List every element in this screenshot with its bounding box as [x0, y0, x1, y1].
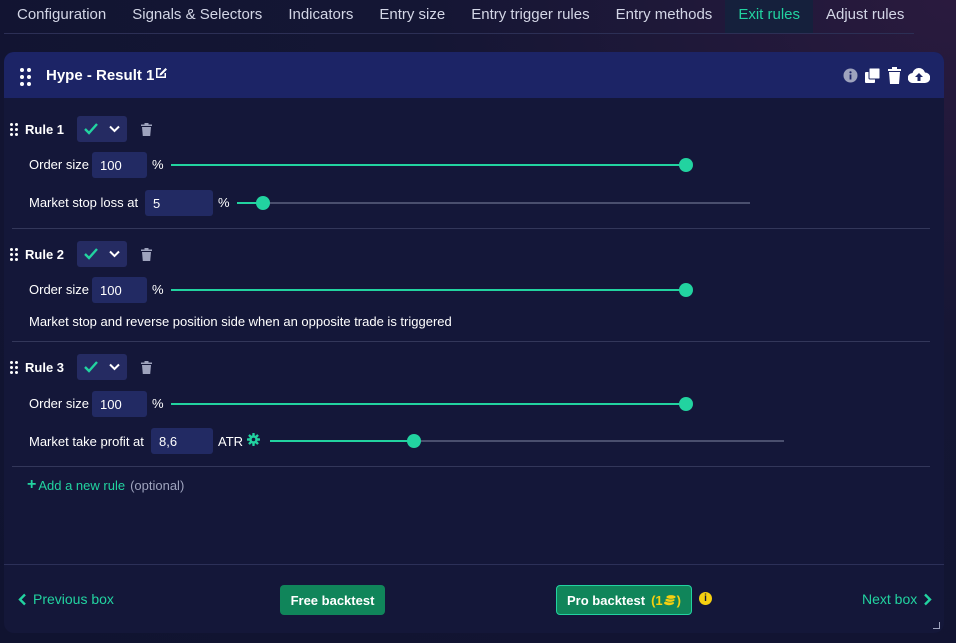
free-backtest-button[interactable]: Free backtest	[280, 585, 385, 615]
tab-configuration[interactable]: Configuration	[4, 0, 119, 33]
rule-trash-icon[interactable]	[141, 247, 152, 261]
exit-rules-panel: Hype - Result 1 Rule 1 Order size % Mark…	[4, 52, 944, 633]
tab-exit-rules[interactable]: Exit rules	[725, 0, 813, 34]
chevron-down-icon	[109, 250, 120, 258]
cloud-upload-icon[interactable]	[908, 67, 930, 84]
footer-divider	[4, 564, 944, 565]
slider-thumb[interactable]	[679, 397, 693, 411]
rule-toggle[interactable]	[77, 116, 127, 142]
next-box-label: Next box	[862, 591, 918, 607]
take-profit-input[interactable]	[151, 428, 213, 454]
rule-label: Rule 2	[25, 246, 65, 262]
tab-entry-trigger-rules[interactable]: Entry trigger rules	[458, 0, 602, 33]
percent-unit: %	[152, 157, 164, 172]
slider-fill	[171, 289, 686, 291]
chevron-right-icon	[924, 593, 932, 605]
optional-label: (optional)	[130, 477, 185, 493]
coins-icon	[663, 594, 676, 606]
slider-fill	[171, 403, 686, 405]
rule-drag-handle-icon[interactable]	[10, 360, 18, 374]
rule-trash-icon[interactable]	[141, 360, 152, 374]
previous-box-label: Previous box	[33, 591, 114, 607]
stop-loss-input[interactable]	[145, 190, 213, 216]
panel-header: Hype - Result 1	[4, 52, 944, 98]
add-rule-label: Add a new rule	[38, 477, 126, 493]
slider-thumb[interactable]	[255, 196, 270, 210]
order-size-input[interactable]	[92, 391, 147, 417]
header-actions	[843, 67, 930, 84]
rule-3-header: Rule 3	[10, 354, 152, 380]
pro-cost-badge: (1)	[651, 592, 681, 608]
percent-unit: %	[218, 195, 230, 210]
tab-entry-size[interactable]: Entry size	[366, 0, 458, 33]
take-profit-slider[interactable]	[270, 434, 784, 448]
trash-icon[interactable]	[887, 67, 902, 84]
previous-box-link[interactable]: Previous box	[18, 591, 114, 607]
order-size-input[interactable]	[92, 277, 147, 303]
rule-toggle[interactable]	[77, 241, 127, 267]
copy-icon[interactable]	[864, 67, 881, 84]
tab-bar: Configuration Signals & Selectors Indica…	[4, 0, 917, 34]
slider-fill	[270, 440, 414, 442]
rule-divider	[12, 466, 930, 467]
gear-icon[interactable]	[247, 433, 260, 446]
stop-loss-label: Market stop loss at	[29, 195, 139, 210]
percent-unit: %	[152, 396, 164, 411]
tab-adjust-rules[interactable]: Adjust rules	[813, 0, 917, 33]
pro-backtest-label: Pro backtest	[567, 592, 646, 608]
rule-label: Rule 3	[25, 359, 65, 375]
chevron-down-icon	[109, 125, 120, 133]
rule-divider	[12, 228, 930, 229]
rule-drag-handle-icon[interactable]	[10, 122, 18, 136]
edit-icon[interactable]	[154, 65, 168, 79]
pro-backtest-button[interactable]: Pro backtest (1)	[556, 585, 692, 615]
panel-title: Hype - Result 1	[46, 67, 155, 84]
pro-cost-value: 1	[655, 592, 663, 608]
order-size-slider[interactable]	[171, 397, 693, 411]
check-icon	[84, 248, 99, 260]
rule-trash-icon[interactable]	[141, 122, 152, 136]
next-box-link[interactable]: Next box	[862, 591, 932, 607]
slider-thumb[interactable]	[406, 434, 421, 448]
slider-thumb[interactable]	[679, 283, 693, 297]
add-rule-link[interactable]: + Add a new rule (optional)	[27, 476, 184, 494]
tab-entry-methods[interactable]: Entry methods	[603, 0, 726, 33]
order-size-label: Order size	[29, 157, 89, 172]
plus-icon: +	[27, 476, 37, 493]
order-size-slider[interactable]	[171, 158, 693, 172]
stop-loss-slider[interactable]	[237, 196, 750, 210]
tab-underline	[4, 33, 914, 34]
slider-fill	[171, 164, 686, 166]
resize-handle-icon[interactable]	[933, 622, 940, 629]
stop-reverse-note: Market stop and reverse position side wh…	[29, 314, 452, 329]
take-profit-label: Market take profit at	[29, 434, 144, 449]
order-size-label: Order size	[29, 396, 89, 411]
info-icon[interactable]	[843, 68, 858, 83]
chevron-left-icon	[18, 593, 26, 605]
order-size-input[interactable]	[92, 152, 147, 178]
check-icon	[84, 123, 99, 135]
rule-drag-handle-icon[interactable]	[10, 247, 18, 261]
pro-info-icon[interactable]: i	[699, 592, 712, 605]
order-size-slider[interactable]	[171, 283, 693, 297]
atr-unit: ATR	[218, 434, 244, 449]
slider-thumb[interactable]	[679, 158, 693, 172]
rule-1-header: Rule 1	[10, 116, 152, 142]
rule-2-header: Rule 2	[10, 241, 152, 267]
rule-divider	[12, 341, 930, 342]
tab-indicators[interactable]: Indicators	[275, 0, 366, 33]
tab-signals-selectors[interactable]: Signals & Selectors	[119, 0, 275, 33]
chevron-down-icon	[109, 363, 120, 371]
check-icon	[84, 361, 99, 373]
rule-toggle[interactable]	[77, 354, 127, 380]
rule-label: Rule 1	[25, 121, 65, 137]
drag-handle-icon[interactable]	[20, 68, 31, 86]
order-size-label: Order size	[29, 282, 89, 297]
percent-unit: %	[152, 282, 164, 297]
